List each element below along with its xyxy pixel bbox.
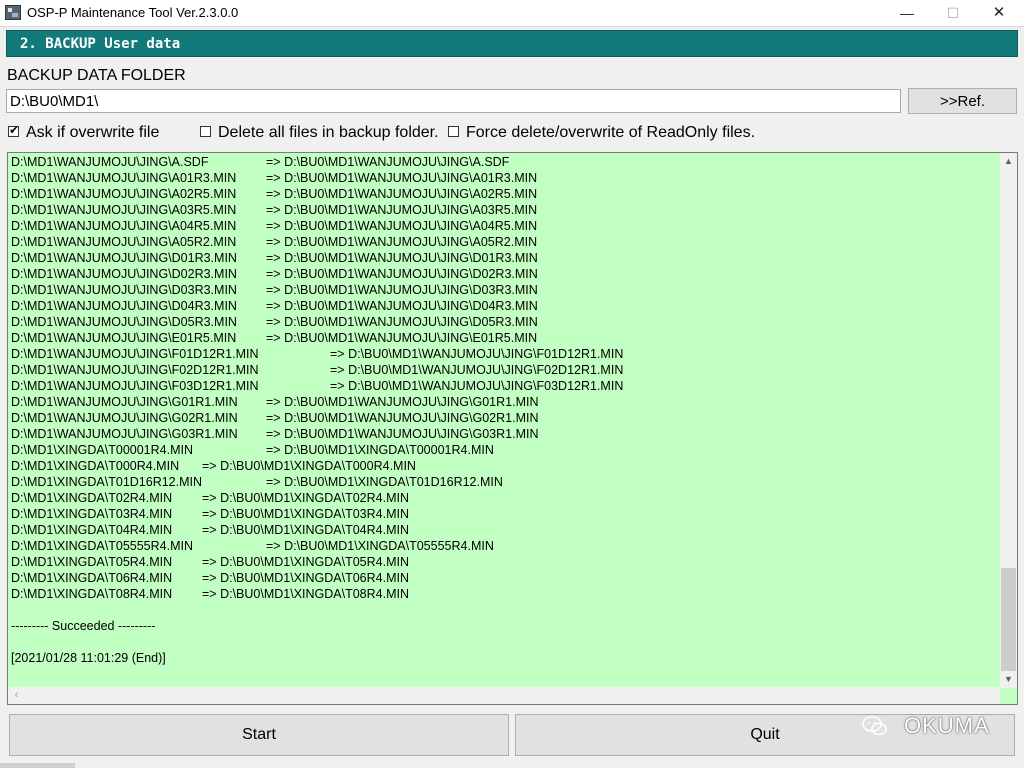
status-strip <box>0 763 75 768</box>
ask-overwrite-label: Ask if overwrite file <box>26 124 160 141</box>
log-line-destination: => D:\BU0\MD1\WANJUMOJU\JING\D03R3.MIN <box>266 283 538 297</box>
horizontal-scrollbar[interactable]: ‹ <box>8 687 1000 704</box>
log-line-source: [2021/01/28 11:01:29 (End)] <box>11 651 166 665</box>
log-line-source: D:\MD1\WANJUMOJU\JING\F03D12R1.MIN <box>11 379 259 393</box>
log-line-source: D:\MD1\WANJUMOJU\JING\G03R1.MIN <box>11 427 238 441</box>
log-line-destination: => D:\BU0\MD1\XINGDA\T04R4.MIN <box>202 523 410 537</box>
log-line-destination: => D:\BU0\MD1\WANJUMOJU\JING\D02R3.MIN <box>266 267 538 281</box>
checkmark-icon: ✔ <box>9 123 20 137</box>
backup-folder-label: BACKUP DATA FOLDER <box>7 67 186 84</box>
log-line-destination: => D:\BU0\MD1\WANJUMOJU\JING\E01R5.MIN <box>266 331 538 345</box>
log-line-source: D:\MD1\WANJUMOJU\JING\D03R3.MIN <box>11 283 237 297</box>
wechat-icon <box>862 716 887 736</box>
log-line-source: D:\MD1\XINGDA\T05555R4.MIN <box>11 539 193 553</box>
log-line-destination: => D:\BU0\MD1\XINGDA\T05555R4.MIN <box>266 539 494 553</box>
maximize-button[interactable]: ☐ <box>930 0 976 26</box>
log-line-source: D:\MD1\WANJUMOJU\JING\D02R3.MIN <box>11 267 237 281</box>
log-line-source: D:\MD1\WANJUMOJU\JING\A01R3.MIN <box>11 171 237 185</box>
scroll-up-icon[interactable]: ▲ <box>1000 153 1017 170</box>
app-icon <box>5 5 21 20</box>
delete-all-files-label: Delete all files in backup folder. <box>218 124 439 141</box>
log-line-destination: => D:\BU0\MD1\WANJUMOJU\JING\A01R3.MIN <box>266 171 538 185</box>
log-line-destination: => D:\BU0\MD1\WANJUMOJU\JING\A.SDF <box>266 155 510 169</box>
section-header: 2. BACKUP User data <box>6 30 1018 57</box>
scroll-down-icon[interactable]: ▼ <box>1000 671 1017 688</box>
log-line-source: D:\MD1\WANJUMOJU\JING\D04R3.MIN <box>11 299 237 313</box>
log-line-source: D:\MD1\WANJUMOJU\JING\A04R5.MIN <box>11 219 237 233</box>
force-overwrite-readonly-label: Force delete/overwrite of ReadOnly files… <box>466 124 756 141</box>
log-line-source: D:\MD1\XINGDA\T03R4.MIN <box>11 507 173 521</box>
log-line-destination: => D:\BU0\MD1\XINGDA\T02R4.MIN <box>202 491 410 505</box>
start-button[interactable]: Start <box>9 714 509 756</box>
log-line-source: D:\MD1\WANJUMOJU\JING\D05R3.MIN <box>11 315 237 329</box>
log-line-source: D:\MD1\XINGDA\T00001R4.MIN <box>11 443 193 457</box>
log-line-source: D:\MD1\WANJUMOJU\JING\A03R5.MIN <box>11 203 237 217</box>
log-line-destination: => D:\BU0\MD1\XINGDA\T05R4.MIN <box>202 555 410 569</box>
log-line-destination: => D:\BU0\MD1\XINGDA\T03R4.MIN <box>202 507 410 521</box>
log-line-destination: => D:\BU0\MD1\WANJUMOJU\JING\G03R1.MIN <box>266 427 539 441</box>
log-line-destination: => D:\BU0\MD1\WANJUMOJU\JING\A04R5.MIN <box>266 219 538 233</box>
checkbox-box[interactable] <box>200 126 211 137</box>
browse-ref-button[interactable]: >>Ref. <box>908 88 1017 114</box>
backup-folder-input[interactable] <box>6 89 901 113</box>
log-line-source: D:\MD1\WANJUMOJU\JING\A02R5.MIN <box>11 187 237 201</box>
log-line-source: D:\MD1\XINGDA\T000R4.MIN <box>11 459 180 473</box>
log-line-source: D:\MD1\WANJUMOJU\JING\E01R5.MIN <box>11 331 237 345</box>
log-line-source: D:\MD1\WANJUMOJU\JING\G01R1.MIN <box>11 395 238 409</box>
log-line-destination: => D:\BU0\MD1\XINGDA\T000R4.MIN <box>202 459 416 473</box>
log-line-destination: => D:\BU0\MD1\WANJUMOJU\JING\D01R3.MIN <box>266 251 538 265</box>
log-line-source: D:\MD1\XINGDA\T02R4.MIN <box>11 491 173 505</box>
scroll-thumb[interactable] <box>1001 568 1016 671</box>
log-line-source: D:\MD1\WANJUMOJU\JING\F01D12R1.MIN <box>11 347 259 361</box>
checkbox-box[interactable]: ✔ <box>8 123 20 137</box>
log-line-source: D:\MD1\WANJUMOJU\JING\F02D12R1.MIN <box>11 363 259 377</box>
log-line-destination: => D:\BU0\MD1\WANJUMOJU\JING\D04R3.MIN <box>266 299 538 313</box>
log-line-source: D:\MD1\XINGDA\T01D16R12.MIN <box>11 475 203 489</box>
close-button[interactable]: ✕ <box>976 0 1022 26</box>
window-title: OSP-P Maintenance Tool Ver.2.3.0.0 <box>27 5 239 20</box>
log-line-destination: => D:\BU0\MD1\WANJUMOJU\JING\A02R5.MIN <box>266 187 538 201</box>
log-line-source: D:\MD1\XINGDA\T04R4.MIN <box>11 523 173 537</box>
log-line-destination: => D:\BU0\MD1\WANJUMOJU\JING\A03R5.MIN <box>266 203 538 217</box>
log-line-source: D:\MD1\WANJUMOJU\JING\A.SDF <box>11 155 209 169</box>
log-line-source: D:\MD1\XINGDA\T08R4.MIN <box>11 587 173 601</box>
log-line-destination: => D:\BU0\MD1\WANJUMOJU\JING\F01D12R1.MI… <box>330 347 624 361</box>
log-line-destination: => D:\BU0\MD1\WANJUMOJU\JING\G02R1.MIN <box>266 411 539 425</box>
log-line-source: D:\MD1\XINGDA\T06R4.MIN <box>11 571 173 585</box>
minimize-button[interactable]: — <box>884 0 930 26</box>
log-line-source: --------- Succeeded --------- <box>11 619 156 633</box>
watermark-text: OKUMA <box>904 713 990 738</box>
scroll-left-icon[interactable]: ‹ <box>8 687 25 704</box>
log-line-destination: => D:\BU0\MD1\WANJUMOJU\JING\G01R1.MIN <box>266 395 539 409</box>
log-output[interactable]: D:\MD1\WANJUMOJU\JING\A.SDF => D:\BU0\MD1… <box>7 152 1018 705</box>
log-line-destination: => D:\BU0\MD1\XINGDA\T00001R4.MIN <box>266 443 494 457</box>
log-line-destination: => D:\BU0\MD1\XINGDA\T08R4.MIN <box>202 587 410 601</box>
log-line-source: D:\MD1\WANJUMOJU\JING\D01R3.MIN <box>11 251 237 265</box>
checkbox-box[interactable] <box>448 126 459 137</box>
log-line-destination: => D:\BU0\MD1\WANJUMOJU\JING\F02D12R1.MI… <box>330 363 624 377</box>
log-line-source: D:\MD1\XINGDA\T05R4.MIN <box>11 555 173 569</box>
log-line-destination: => D:\BU0\MD1\XINGDA\T06R4.MIN <box>202 571 410 585</box>
title-bar: OSP-P Maintenance Tool Ver.2.3.0.0 — ☐ ✕ <box>0 0 1024 27</box>
log-line-source: D:\MD1\WANJUMOJU\JING\G02R1.MIN <box>11 411 238 425</box>
log-line-destination: => D:\BU0\MD1\XINGDA\T01D16R12.MIN <box>266 475 503 489</box>
section-title: 2. BACKUP User data <box>20 36 181 52</box>
log-line-destination: => D:\BU0\MD1\WANJUMOJU\JING\D05R3.MIN <box>266 315 538 329</box>
log-line-source: D:\MD1\WANJUMOJU\JING\A05R2.MIN <box>11 235 237 249</box>
vertical-scrollbar[interactable]: ▲ ▼ <box>1000 153 1017 688</box>
log-line-destination: => D:\BU0\MD1\WANJUMOJU\JING\F03D12R1.MI… <box>330 379 624 393</box>
log-line-destination: => D:\BU0\MD1\WANJUMOJU\JING\A05R2.MIN <box>266 235 538 249</box>
